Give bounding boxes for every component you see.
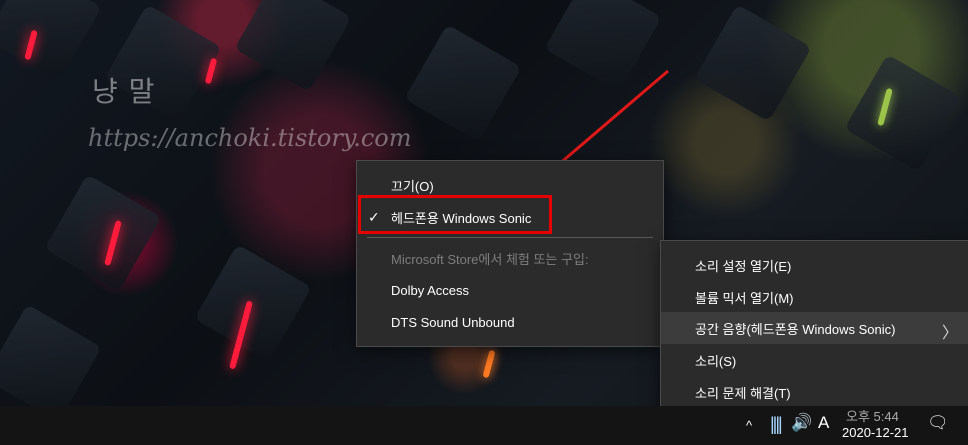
highlight-box <box>358 195 552 234</box>
menu-item-troubleshoot-sound[interactable]: 소리 문제 해결(T) <box>661 376 968 408</box>
hex-tile <box>0 0 102 82</box>
menu-item-open-volume-mixer[interactable]: 볼륨 믹서 열기(M) <box>661 281 968 313</box>
menu-item-label: 소리 설정 열기(E) <box>695 258 792 274</box>
notification-icon[interactable]: 🗨 <box>927 413 949 433</box>
hex-tile <box>44 174 162 292</box>
menu-item-spatial-sound[interactable]: 공간 음향(헤드폰용 Windows Sonic) 〉 <box>661 312 968 344</box>
menu-item-dts-sound[interactable]: DTS Sound Unbound <box>357 306 663 338</box>
menu-item-label: 볼륨 믹서 열기(M) <box>695 290 794 306</box>
glow-accent <box>482 349 496 379</box>
menu-separator <box>367 237 653 238</box>
watermark-name: 냥 말 <box>92 75 156 108</box>
chevron-right-icon: 〉 <box>941 325 958 342</box>
menu-item-label: 소리(S) <box>695 353 737 369</box>
menu-item-label: Microsoft Store에서 체험 또는 구입: <box>391 251 589 267</box>
menu-item-label: DTS Sound Unbound <box>391 314 515 330</box>
menu-item-open-sound-settings[interactable]: 소리 설정 열기(E) <box>661 249 968 281</box>
speaker-icon[interactable]: 🔊 <box>791 413 812 433</box>
menu-item-store-header: Microsoft Store에서 체험 또는 구입: <box>357 242 663 274</box>
menu-item-sounds[interactable]: 소리(S) <box>661 344 968 376</box>
menu-item-label: Dolby Access <box>391 282 470 298</box>
menu-item-dolby-access[interactable]: Dolby Access <box>357 274 663 306</box>
clock-time[interactable]: 오후 5:44 <box>846 406 899 425</box>
hex-tile <box>234 0 352 92</box>
watermark-url: https://anchoki.tistory.com <box>88 124 412 152</box>
hex-tile <box>194 244 312 362</box>
chevron-up-icon[interactable]: ^ <box>746 418 752 433</box>
network-icon[interactable]: |||| <box>770 414 783 435</box>
sound-context-menu: 소리 설정 열기(E) 볼륨 믹서 열기(M) 공간 음향(헤드폰용 Windo… <box>660 240 968 418</box>
spatial-sound-submenu: 끄기(O) ✓ 헤드폰용 Windows Sonic Microsoft Sto… <box>356 160 664 347</box>
hex-tile <box>404 24 522 142</box>
clock-date[interactable]: 2020-12-21 <box>842 425 909 440</box>
hex-tile <box>0 304 102 422</box>
menu-item-label: 끄기(O) <box>391 178 434 194</box>
menu-item-label: 공간 음향(헤드폰용 Windows Sonic) <box>695 321 896 337</box>
ime-indicator[interactable]: A <box>818 413 829 433</box>
menu-item-label: 소리 문제 해결(T) <box>695 385 791 401</box>
hex-tile <box>844 54 962 172</box>
hex-tile <box>694 4 812 122</box>
